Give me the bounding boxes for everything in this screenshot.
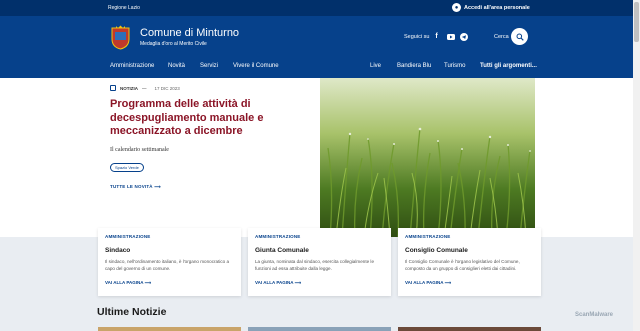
- user-icon: ●: [452, 3, 461, 12]
- card-link[interactable]: VAI ALLA PAGINA ⟶: [405, 280, 451, 286]
- scrollbar-thumb[interactable]: [634, 2, 639, 42]
- card-link-label: VAI ALLA PAGINA: [105, 280, 144, 285]
- card-description: Il Consiglio Comunale è l'organo legisla…: [405, 259, 520, 271]
- telegram-icon[interactable]: [459, 32, 468, 41]
- card-title[interactable]: Giunta Comunale: [255, 247, 309, 254]
- news-meta: NOTIZIA — 17 DIC 2023: [110, 85, 180, 91]
- hero-title[interactable]: Programma delle attività di decespugliam…: [110, 98, 305, 139]
- card-giunta[interactable]: AMMINISTRAZIONE Giunta Comunale La giunt…: [248, 228, 391, 296]
- nav-novita[interactable]: Novità: [168, 63, 185, 69]
- arrow-right-icon: ⟶: [154, 184, 161, 189]
- nav-vivere-il-comune[interactable]: Vivere il Comune: [233, 63, 279, 69]
- card-link[interactable]: VAI ALLA PAGINA ⟶: [255, 280, 301, 286]
- card-sindaco[interactable]: AMMINISTRAZIONE Sindaco Il sindaco, nell…: [98, 228, 241, 296]
- login-link[interactable]: ● Accedi all'area personale: [452, 3, 530, 12]
- crest-logo[interactable]: [110, 25, 131, 50]
- card-category: AMMINISTRAZIONE: [405, 234, 451, 239]
- grass-photo: [320, 78, 535, 237]
- card-description: La giunta, nominata dal sindaco, esercit…: [255, 259, 375, 271]
- card-title[interactable]: Sindaco: [105, 247, 130, 254]
- site-subtitle: Medaglia d'oro al Merito Civile: [140, 41, 207, 47]
- arrow-right-icon: ⟶: [443, 280, 452, 285]
- arrow-right-icon: ⟶: [293, 280, 302, 285]
- region-link[interactable]: Regione Lazio: [108, 5, 140, 11]
- nav-turismo[interactable]: Turismo: [444, 63, 465, 69]
- hero-description: Il calendario settimanale: [110, 147, 169, 153]
- arrow-right-icon: ⟶: [143, 280, 152, 285]
- news-thumbnail[interactable]: [98, 327, 241, 331]
- news-thumbnail[interactable]: [398, 327, 541, 331]
- news-thumbnail[interactable]: [248, 327, 391, 331]
- all-news-label: TUTTE LE NOVITÀ: [110, 184, 153, 189]
- search-label: Cerca: [494, 34, 509, 40]
- card-title[interactable]: Consiglio Comunale: [405, 247, 468, 254]
- all-news-link[interactable]: TUTTE LE NOVITÀ ⟶: [110, 184, 161, 190]
- search-icon: [516, 33, 524, 41]
- card-consiglio[interactable]: AMMINISTRAZIONE Consiglio Comunale Il Co…: [398, 228, 541, 296]
- watermark-label: ScanMalware: [575, 312, 614, 318]
- latest-news-heading: Ultime Notizie: [97, 306, 167, 318]
- card-description: Il sindaco, nell'ordinamento italiano, è…: [105, 259, 230, 271]
- login-label: Accedi all'area personale: [464, 4, 530, 11]
- card-link-label: VAI ALLA PAGINA: [405, 280, 444, 285]
- nav-all-topics[interactable]: Tutti gli argomenti...: [480, 63, 537, 69]
- nav-bandiera-blu[interactable]: Bandiera Blu: [397, 63, 431, 69]
- news-date: 17 DIC 2023: [154, 85, 180, 91]
- nav-live[interactable]: Live: [370, 63, 381, 69]
- news-category: NOTIZIA: [120, 85, 138, 91]
- card-category: AMMINISTRAZIONE: [255, 234, 301, 239]
- nav-amministrazione[interactable]: Amministrazione: [110, 63, 154, 69]
- nav-servizi[interactable]: Servizi: [200, 63, 218, 69]
- top-bar: Regione Lazio ● Accedi all'area personal…: [0, 0, 640, 16]
- scrollbar[interactable]: [633, 0, 640, 331]
- card-category: AMMINISTRAZIONE: [105, 234, 151, 239]
- social-label: Seguici su: [404, 34, 430, 40]
- search-button[interactable]: [511, 28, 528, 45]
- topic-tag[interactable]: Spazio Verde: [110, 163, 144, 172]
- card-link-label: VAI ALLA PAGINA: [255, 280, 294, 285]
- youtube-icon[interactable]: [446, 32, 455, 41]
- site-title[interactable]: Comune di Minturno: [140, 27, 239, 39]
- calendar-icon: [110, 85, 116, 91]
- hero-image: [320, 78, 535, 237]
- card-link[interactable]: VAI ALLA PAGINA ⟶: [105, 280, 151, 286]
- meta-dash: —: [142, 85, 147, 91]
- facebook-icon[interactable]: f: [432, 32, 441, 41]
- site-header: Comune di Minturno Medaglia d'oro al Mer…: [0, 16, 640, 78]
